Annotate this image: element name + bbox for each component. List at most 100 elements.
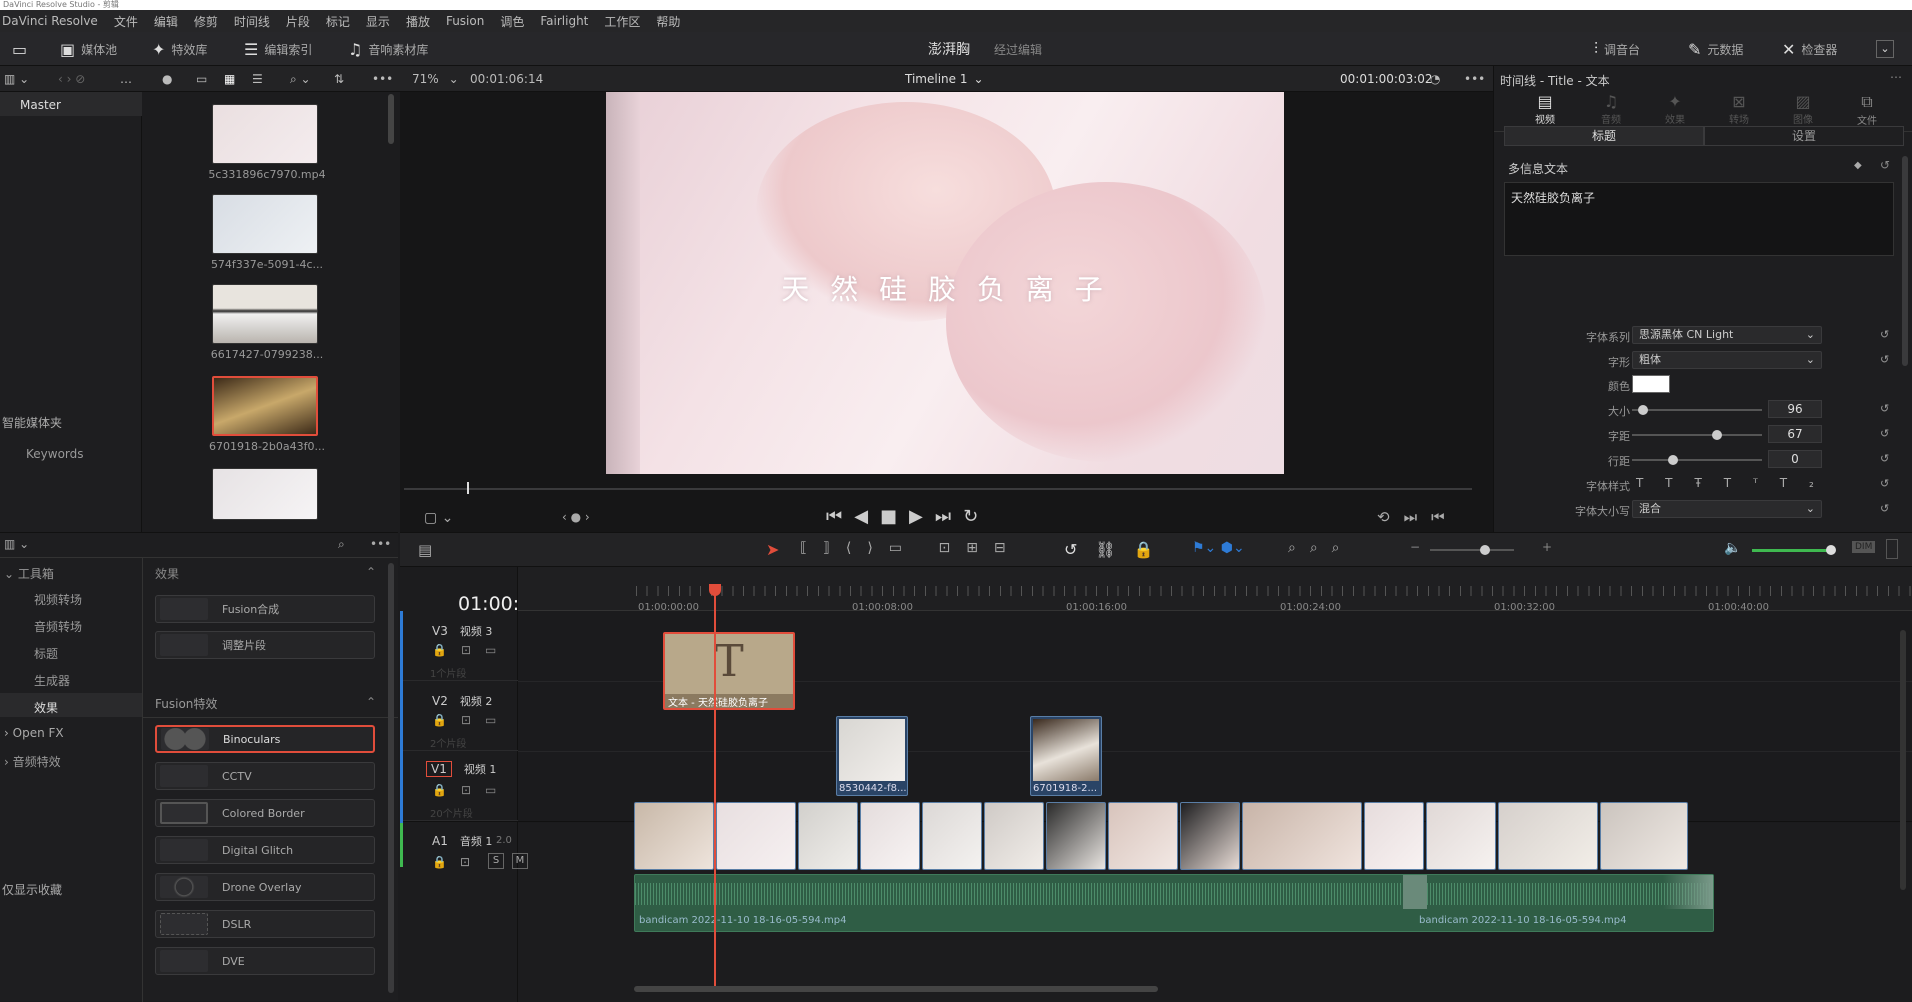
- menu-timeline[interactable]: 时间线: [226, 13, 278, 30]
- volume-knob[interactable]: [1826, 545, 1836, 555]
- color-swatch[interactable]: [1632, 375, 1670, 393]
- v1-clip[interactable]: [1108, 802, 1178, 870]
- line-spacing-slider[interactable]: [1632, 455, 1762, 465]
- reset-icon[interactable]: ↺: [1880, 328, 1889, 341]
- effect-dslr[interactable]: DSLR: [155, 910, 375, 938]
- smart-bin-keywords[interactable]: Keywords: [26, 447, 84, 461]
- collapse-button[interactable]: ⌄: [1876, 32, 1894, 66]
- v1-clip[interactable]: [798, 802, 858, 870]
- v1-clip[interactable]: [1426, 802, 1496, 870]
- v1-clip[interactable]: [634, 802, 714, 870]
- viewer-options-icon[interactable]: •••: [1464, 66, 1485, 92]
- size-value[interactable]: 96: [1768, 400, 1822, 418]
- effect-binoculars[interactable]: Binoculars: [155, 725, 375, 753]
- volume-slider[interactable]: [1752, 545, 1836, 555]
- media-pool-button[interactable]: ▣ 媒体池: [60, 32, 117, 66]
- track-v2-header[interactable]: V2 视频 2: [432, 693, 522, 709]
- line-spacing-slider-knob[interactable]: [1668, 455, 1678, 465]
- size-slider-knob[interactable]: [1638, 405, 1648, 415]
- tracking-slider-knob[interactable]: [1712, 430, 1723, 440]
- dim-button[interactable]: DIM: [1852, 541, 1876, 553]
- effect-dve[interactable]: DVE: [155, 947, 375, 975]
- mixer-button[interactable]: ⫶ 调音台: [1594, 32, 1640, 66]
- audio-transition[interactable]: [1403, 875, 1427, 909]
- transform-icon[interactable]: ▢ ⌄: [424, 510, 453, 526]
- playhead[interactable]: [714, 588, 716, 990]
- chevron-up-icon[interactable]: ⌃: [366, 695, 376, 709]
- panel-toggle-icon[interactable]: ▥ ⌄: [4, 66, 29, 92]
- subtab-settings[interactable]: 设置: [1704, 126, 1904, 146]
- v1-clip[interactable]: [1046, 802, 1106, 870]
- viewer-scrubber[interactable]: [404, 488, 1472, 490]
- effects-library-button[interactable]: ✦ 特效库: [152, 32, 207, 66]
- sort-icon[interactable]: ⇅: [334, 66, 344, 92]
- reset-icon[interactable]: ↺: [1880, 477, 1889, 490]
- options-icon[interactable]: •••: [370, 537, 391, 551]
- menu-workspace[interactable]: 工作区: [596, 13, 648, 30]
- zoom-in-icon[interactable]: +: [1542, 540, 1552, 554]
- edit-tools[interactable]: ⟦⟧⟨⟩▭ ⊡⊞⊟: [800, 540, 1022, 556]
- font-face-dropdown[interactable]: 粗体 ⌄: [1632, 351, 1822, 369]
- menu-trim[interactable]: 修剪: [186, 13, 226, 30]
- v1-clip[interactable]: [922, 802, 982, 870]
- zoom-tools[interactable]: ⌕⌕⌕: [1288, 540, 1354, 556]
- menu-fusion[interactable]: Fusion: [438, 14, 492, 28]
- media-scrollbar[interactable]: [388, 94, 394, 144]
- list-view-icon[interactable]: ☰: [252, 66, 263, 92]
- reset-icon[interactable]: ↺: [1880, 502, 1889, 515]
- color-icon[interactable]: ◔: [1430, 66, 1440, 92]
- nav-arrows-icon[interactable]: ‹ › ⊘: [58, 66, 85, 92]
- v1-clip[interactable]: [1242, 802, 1362, 870]
- size-slider[interactable]: [1632, 405, 1762, 415]
- reset-icon[interactable]: ↺: [1880, 402, 1889, 415]
- pin-icon[interactable]: ⋯: [1890, 70, 1902, 84]
- menu-playback[interactable]: 播放: [398, 13, 438, 30]
- menu-help[interactable]: 帮助: [648, 13, 688, 30]
- edit-index-button[interactable]: ☰ 编辑索引: [244, 32, 312, 66]
- line-spacing-value[interactable]: 0: [1768, 450, 1822, 468]
- scrubber-playhead[interactable]: [467, 482, 469, 494]
- sound-library-button[interactable]: ♫ 音响素材库: [348, 32, 428, 66]
- tree-audio-transitions[interactable]: 音频转场: [34, 618, 82, 635]
- zoom-slider[interactable]: [1430, 545, 1514, 555]
- media-thumb-2[interactable]: [212, 194, 318, 254]
- snap-link-lock-tools[interactable]: ↺⛓🔒: [1064, 540, 1172, 559]
- bin-master[interactable]: Master: [20, 98, 61, 112]
- title-overlay-text[interactable]: 天 然 硅 胶 负 离 子: [606, 268, 1284, 308]
- audio-clip[interactable]: bandicam 2022-11-10 18-16-05-594.mp4 ban…: [634, 874, 1714, 932]
- tree-audio-fx[interactable]: › 音频特效: [4, 753, 61, 770]
- track-v3-controls[interactable]: 🔒⊡▭: [432, 643, 510, 657]
- zoom-dropdown[interactable]: 71% ⌄: [412, 66, 459, 92]
- inspector-button[interactable]: ✕ 检查器: [1782, 32, 1837, 66]
- track-v2-controls[interactable]: 🔒⊡▭: [432, 713, 510, 727]
- reset-icon[interactable]: ↺: [1880, 353, 1889, 366]
- menu-mark[interactable]: 标记: [318, 13, 358, 30]
- menu-view[interactable]: 显示: [358, 13, 398, 30]
- tree-toolbox[interactable]: ⌄ 工具箱: [4, 565, 54, 582]
- tree-effects[interactable]: 效果: [34, 699, 58, 716]
- search-icon[interactable]: ⌕ ⌄: [290, 66, 311, 92]
- track-v1-controls[interactable]: 🔒⊡▭: [432, 783, 510, 797]
- menu-app[interactable]: DaVinci Resolve: [0, 14, 106, 28]
- speaker-icon[interactable]: 🔈: [1724, 540, 1741, 556]
- reset-icon[interactable]: ↺: [1880, 427, 1889, 440]
- meter-icon[interactable]: [1886, 539, 1898, 559]
- tracking-slider[interactable]: [1632, 430, 1762, 440]
- tree-video-transitions[interactable]: 视频转场: [34, 591, 82, 608]
- select-tool-icon[interactable]: ➤: [766, 540, 779, 559]
- layout-button[interactable]: ▭: [12, 32, 27, 66]
- search-icon[interactable]: ⌕: [338, 537, 345, 552]
- options-icon[interactable]: •••: [372, 66, 393, 92]
- track-a1-lock-icon[interactable]: 🔒: [432, 855, 447, 869]
- tree-openfx[interactable]: › Open FX: [4, 726, 64, 740]
- effect-digital-glitch[interactable]: Digital Glitch: [155, 836, 375, 864]
- case-dropdown[interactable]: 混合 ⌄: [1632, 500, 1822, 518]
- viewer-right-controls[interactable]: ⟲⏭⏮: [1377, 508, 1459, 526]
- track-a1-link-icon[interactable]: ⊡: [460, 855, 470, 869]
- tracking-value[interactable]: 67: [1768, 425, 1822, 443]
- tree-generators[interactable]: 生成器: [34, 672, 70, 689]
- font-family-dropdown[interactable]: 思源黑体 CN Light ⌄: [1632, 326, 1822, 344]
- audio-fade[interactable]: [1663, 875, 1713, 909]
- adjustment-clip-item[interactable]: 调整片段: [155, 631, 375, 659]
- dot-icon[interactable]: ●: [162, 66, 172, 92]
